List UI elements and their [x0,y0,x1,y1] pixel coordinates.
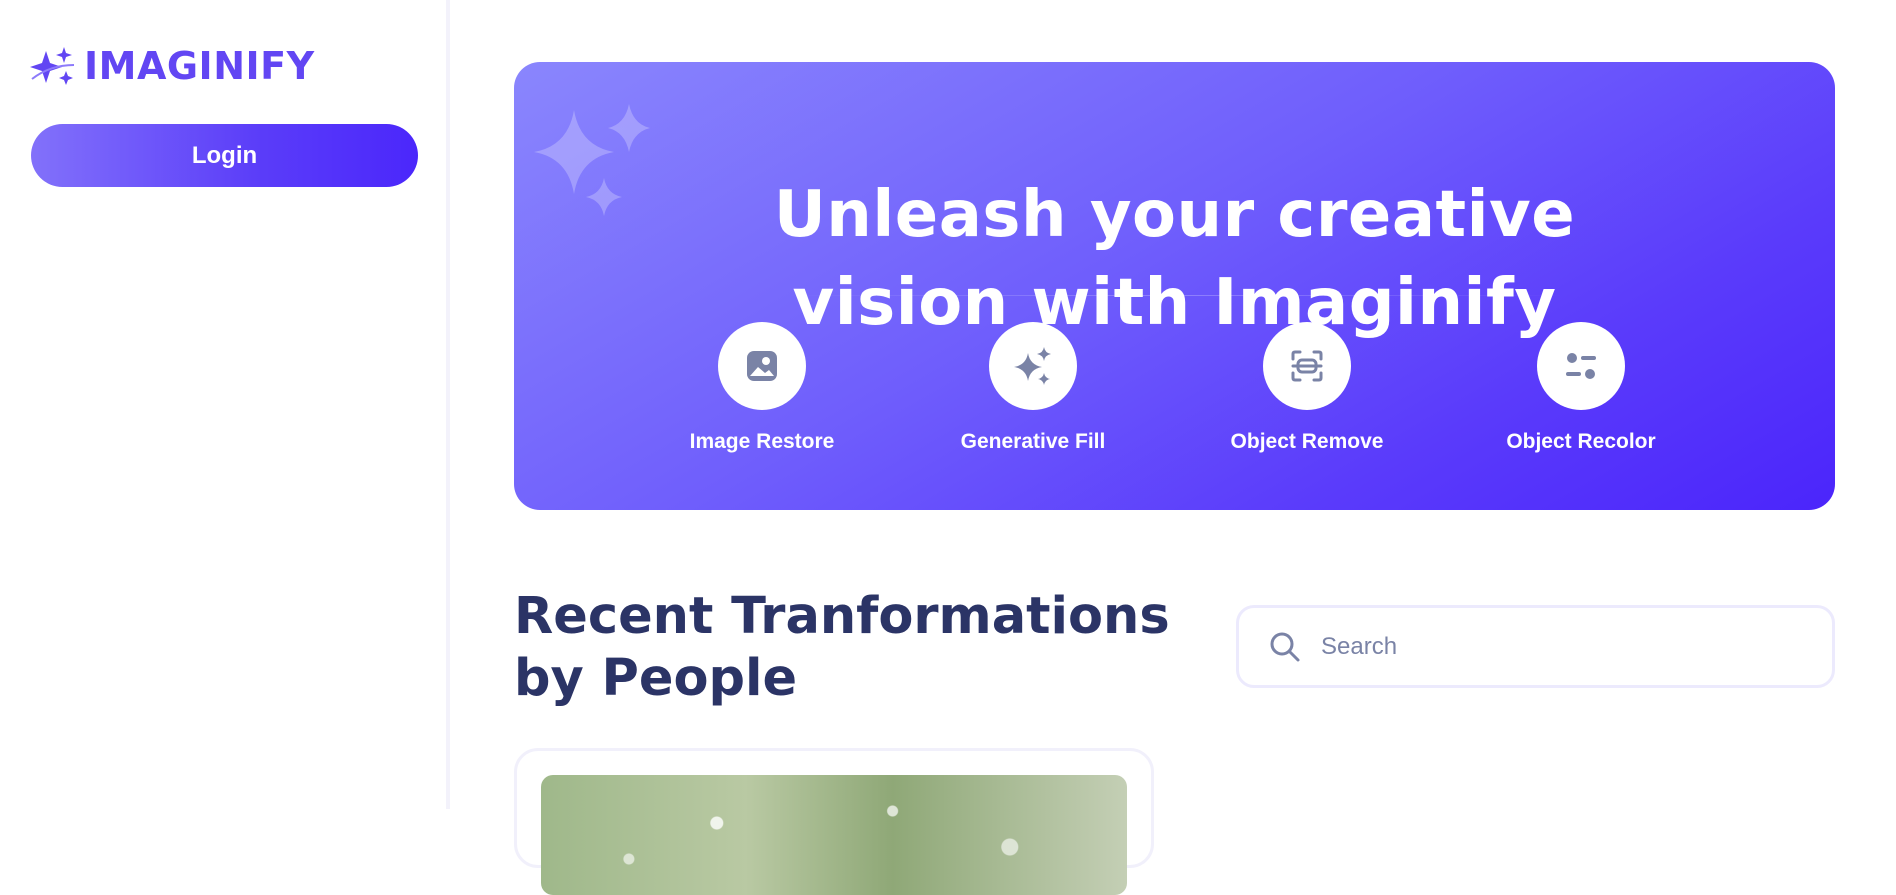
feature-label: Generative Fill [960,430,1106,453]
transformation-card[interactable] [514,748,1154,895]
feature-label: Object Remove [1230,430,1384,453]
feature-label: Image Restore [689,430,835,453]
recent-title: Recent Tranformations by People [514,587,1170,708]
login-button[interactable]: Login [31,124,418,187]
filter-icon [1566,353,1596,379]
hero-title: Unleash your creative vision with Imagin… [514,171,1835,347]
sparkles-logo-icon [30,47,75,85]
logo-link[interactable]: IMAGINIFY [30,44,315,88]
sparkles-icon [1014,347,1051,385]
hero-banner: Unleash your creative vision with Imagin… [514,62,1835,510]
feature-generative-fill[interactable]: Generative Fill [923,322,1143,454]
search-input[interactable] [1319,631,1803,662]
hero-divider [786,295,1566,296]
scan-icon [1291,350,1323,382]
search-box[interactable] [1236,605,1835,688]
feature-label: Object Recolor [1506,430,1656,453]
transformation-image[interactable] [541,775,1127,895]
feature-object-remove[interactable]: Object Remove [1197,322,1417,454]
feature-icon-circle [989,322,1077,410]
feature-object-recolor[interactable]: Object Recolor [1471,322,1691,454]
sidebar: IMAGINIFY Login [0,0,450,809]
hero-title-line1: Unleash your creative [773,177,1576,252]
feature-icon-circle [718,322,806,410]
feature-image-restore[interactable]: Image Restore [652,322,872,454]
image-icon [747,351,777,381]
logo-text: IMAGINIFY [84,44,315,88]
feature-icon-circle [1263,322,1351,410]
feature-icon-circle [1537,322,1625,410]
search-icon [1270,632,1300,661]
